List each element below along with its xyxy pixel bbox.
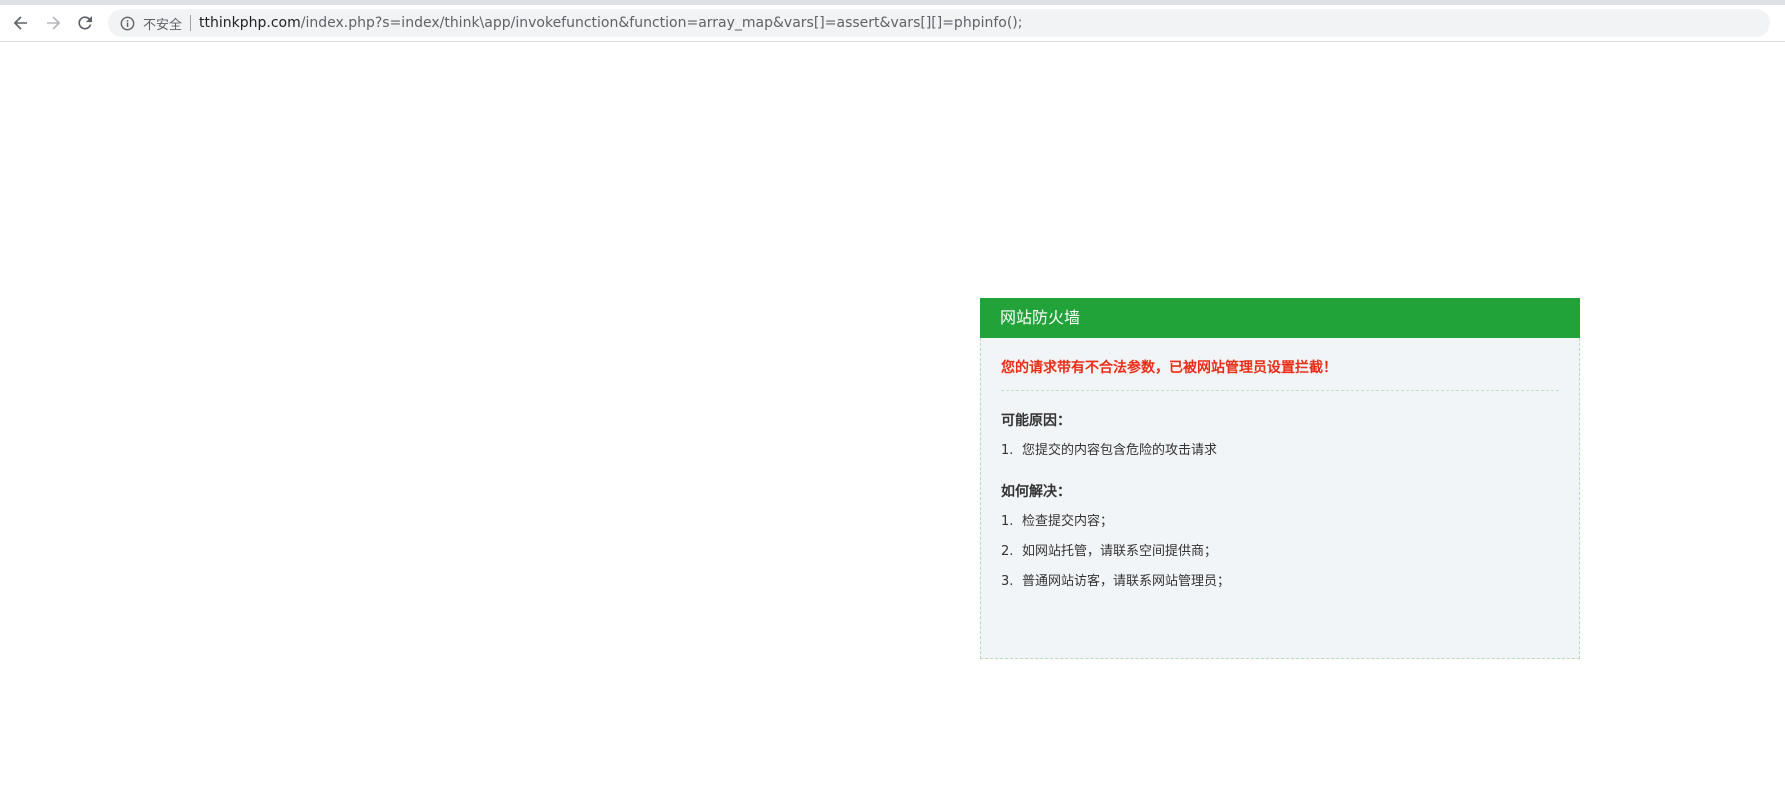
list-number: 2.: [1001, 544, 1014, 559]
list-text: 普通网站访客，请联系网站管理员；: [1022, 574, 1231, 589]
url-text[interactable]: tthinkphp.com/index.php?s=index/think\ap…: [199, 15, 1022, 31]
omnibox-separator: [190, 15, 192, 31]
url-path: /index.php?s=index/think\app/invokefunct…: [300, 15, 1023, 31]
list-number: 1.: [1001, 514, 1014, 529]
security-label[interactable]: 不安全: [143, 14, 182, 33]
reason-title: 可能原因：: [1001, 413, 1071, 429]
blocked-warning: 您的请求带有不合法参数，已被网站管理员设置拦截！: [1001, 360, 1337, 376]
address-bar[interactable]: 不安全 tthinkphp.com/index.php?s=index/thin…: [108, 9, 1770, 37]
list-item: 1. 检查提交内容；: [1001, 512, 1559, 532]
solution-list: 1. 检查提交内容； 2. 如网站托管，请联系空间提供商； 3. 普通网站访客，…: [1001, 512, 1559, 592]
back-button[interactable]: [8, 10, 34, 36]
list-item: 2. 如网站托管，请联系空间提供商；: [1001, 542, 1559, 562]
url-host: tthinkphp.com: [199, 15, 301, 31]
list-number: 1.: [1001, 443, 1014, 458]
list-item: 1. 您提交的内容包含危险的攻击请求: [1001, 441, 1559, 461]
info-icon[interactable]: [118, 14, 136, 32]
browser-toolbar: 不安全 tthinkphp.com/index.php?s=index/thin…: [0, 5, 1785, 42]
arrow-left-icon: [13, 16, 27, 30]
list-number: 3.: [1001, 574, 1014, 589]
reason-list: 1. 您提交的内容包含危险的攻击请求: [1001, 441, 1559, 461]
firewall-title: 网站防火墙: [980, 298, 1580, 338]
firewall-panel: 网站防火墙 您的请求带有不合法参数，已被网站管理员设置拦截！ 可能原因： 1. …: [980, 298, 1580, 659]
list-text: 检查提交内容；: [1022, 514, 1114, 529]
list-item: 3. 普通网站访客，请联系网站管理员；: [1001, 572, 1559, 592]
divider: [1001, 390, 1559, 391]
forward-button[interactable]: [40, 10, 66, 36]
reload-icon: [78, 16, 92, 30]
firewall-body: 您的请求带有不合法参数，已被网站管理员设置拦截！ 可能原因： 1. 您提交的内容…: [980, 338, 1580, 659]
solution-title: 如何解决：: [1001, 484, 1071, 500]
list-text: 您提交的内容包含危险的攻击请求: [1022, 443, 1218, 458]
arrow-right-icon: [47, 16, 61, 30]
list-text: 如网站托管，请联系空间提供商；: [1022, 544, 1218, 559]
reload-button[interactable]: [72, 10, 98, 36]
